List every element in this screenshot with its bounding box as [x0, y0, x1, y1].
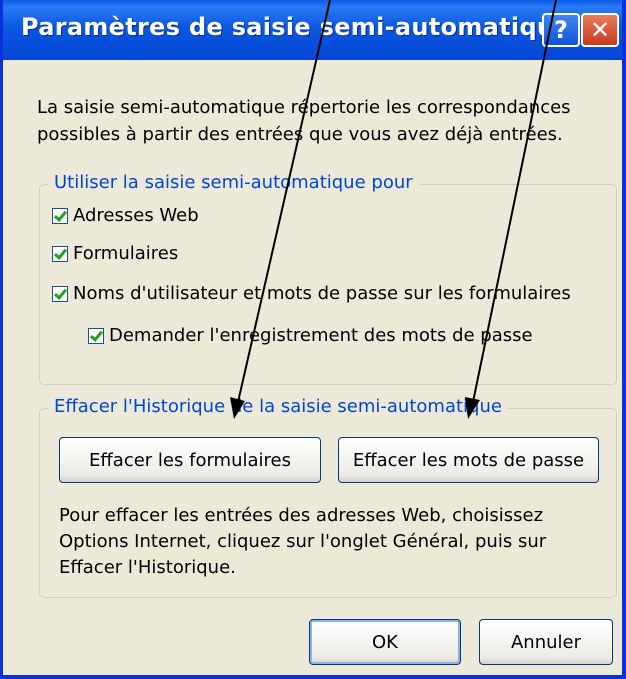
- checkbox-ask-save-passwords-box[interactable]: [88, 327, 104, 344]
- autocomplete-settings-dialog: Paramètres de saisie semi-automatique ? …: [0, 0, 626, 679]
- checkbox-forms-box[interactable]: [52, 245, 68, 262]
- checkbox-forms[interactable]: Formulaires: [52, 243, 178, 264]
- checkbox-web-addresses-label: Adresses Web: [73, 205, 199, 226]
- clear-history-legend: Effacer l'Historique de la saisie semi-a…: [48, 396, 508, 417]
- checkbox-forms-label: Formulaires: [73, 243, 179, 264]
- clear-history-info-text: Pour effacer les entrées des adresses We…: [59, 505, 547, 578]
- checkbox-ask-save-passwords-label: Demander l'enregistrement des mots de pa…: [109, 325, 533, 346]
- title-bar[interactable]: Paramètres de saisie semi-automatique ? …: [3, 0, 622, 60]
- checkbox-usernames-passwords-label: Noms d'utilisateur et mots de passe sur …: [73, 283, 571, 304]
- description-text: La saisie semi-automatique répertorie le…: [37, 97, 571, 145]
- window-title: Paramètres de saisie semi-automatique: [21, 13, 571, 41]
- checkbox-usernames-passwords[interactable]: Noms d'utilisateur et mots de passe sur …: [52, 283, 571, 304]
- clear-forms-button[interactable]: Effacer les formulaires: [59, 437, 321, 483]
- checkbox-web-addresses[interactable]: Adresses Web: [52, 205, 199, 226]
- clear-passwords-button[interactable]: Effacer les mots de passe: [338, 437, 599, 483]
- cancel-button[interactable]: Annuler: [479, 619, 613, 665]
- ok-button[interactable]: OK: [309, 619, 461, 665]
- checkbox-web-addresses-box[interactable]: [52, 207, 68, 224]
- checkbox-ask-save-passwords[interactable]: Demander l'enregistrement des mots de pa…: [88, 325, 533, 346]
- use-autocomplete-legend: Utiliser la saisie semi-automatique pour: [48, 172, 419, 193]
- close-button[interactable]: ✕: [581, 13, 619, 47]
- help-button[interactable]: ?: [542, 13, 580, 47]
- checkbox-usernames-passwords-box[interactable]: [52, 285, 68, 302]
